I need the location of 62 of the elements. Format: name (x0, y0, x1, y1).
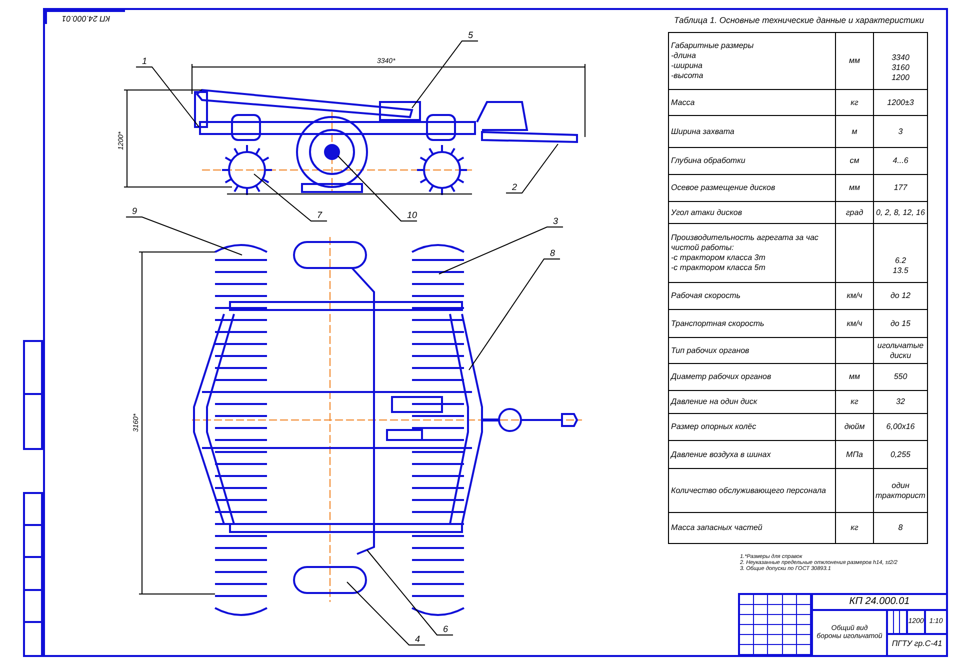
table-caption: Таблица 1. Основные технические данные и характеристики (673, 14, 925, 27)
table-cell: кг (836, 513, 874, 543)
table-cell-text: до 12 (890, 290, 912, 302)
table-cell-text: один тракторист (874, 480, 926, 502)
table-cell: Ширина захвата (669, 116, 836, 147)
table-cell-text: 1200±3 (886, 96, 915, 108)
table-cell: кг (836, 90, 874, 115)
organization-text: ПГТУ гр.С-41 (890, 638, 944, 650)
table-cell: Угол атаки дисков (669, 202, 836, 223)
table-cell-text: игольчатые диски (876, 340, 925, 362)
callout-number: 4 (415, 634, 420, 644)
table-cell: Тип рабочих органов (669, 338, 836, 363)
table-cell: Количество обслуживающего персонала (669, 469, 836, 512)
table-cell: кг (836, 391, 874, 413)
table-cell: Осевое размещение дисков (669, 175, 836, 201)
callout-number: 9 (132, 206, 138, 216)
callout-number: 3 (553, 216, 558, 226)
document-code-stamp: КП 24.000.01 (45, 10, 125, 24)
table-cell: Производительность агрегата за час чистой работы: -с трактором класса 3т -с трактором класса 5т (669, 224, 836, 282)
callout-number: 6 (443, 624, 448, 634)
leader-line (136, 66, 200, 128)
table-cell-text: 0, 2, 8, 12, 16 (875, 206, 926, 218)
table-cell: мм (836, 364, 874, 390)
callout-number: 7 (317, 210, 322, 220)
table-cell: мм (836, 175, 874, 201)
table-cell: Габаритные размеры -длина -ширина -высота (669, 33, 836, 89)
table-cell: км/ч (836, 310, 874, 337)
callout-number: 8 (550, 248, 556, 258)
callout-number: 5 (468, 30, 474, 40)
table-cell: Давление на один диск (669, 391, 836, 413)
table-cell-text: 3340 3160 1200 (890, 52, 910, 84)
callout-number: 1 (142, 56, 148, 66)
table-cell: Размер опорных колёс (669, 414, 836, 440)
table-cell-text: 0,255 (889, 448, 912, 460)
table-cell: Рабочая скорость (669, 283, 836, 309)
leader-line (412, 40, 478, 108)
table-cell-text: 177 (892, 182, 908, 194)
table-cell-text: 3 (897, 126, 904, 138)
table-cell: Давление воздуха в шинах (669, 441, 836, 468)
callout-number: 2 (512, 182, 518, 192)
table-cell: Глубина обработки (669, 148, 836, 174)
table-cell: Масса запасных частей (669, 513, 836, 543)
callout-number: 10 (407, 210, 418, 220)
table-cell-text: 32 (895, 396, 906, 408)
designation-text: КП 24.000.01 (813, 595, 946, 611)
table-cell: Транспортная скорость (669, 310, 836, 337)
table-cell: дюйм (836, 414, 874, 440)
table-cell: см (836, 148, 874, 174)
table-cell-text: 6.2 13.5 (892, 255, 910, 277)
table-cell-text: 550 (892, 371, 908, 383)
table-cell: Диаметр рабочих органов (669, 364, 836, 390)
table-cell-text: 4...6 (892, 155, 910, 167)
table-cell: м (836, 116, 874, 147)
table-cell-text: 6,00х16 (885, 421, 916, 433)
table-cell: град (836, 202, 874, 223)
table-cell: Масса (669, 90, 836, 115)
table-cell-text: до 15 (890, 318, 912, 330)
table-cell: км/ч (836, 283, 874, 309)
table-cell: мм (836, 33, 874, 89)
leader-line (506, 144, 558, 194)
table-cell-text: 8 (897, 522, 904, 534)
table-cell: МПа (836, 441, 874, 468)
